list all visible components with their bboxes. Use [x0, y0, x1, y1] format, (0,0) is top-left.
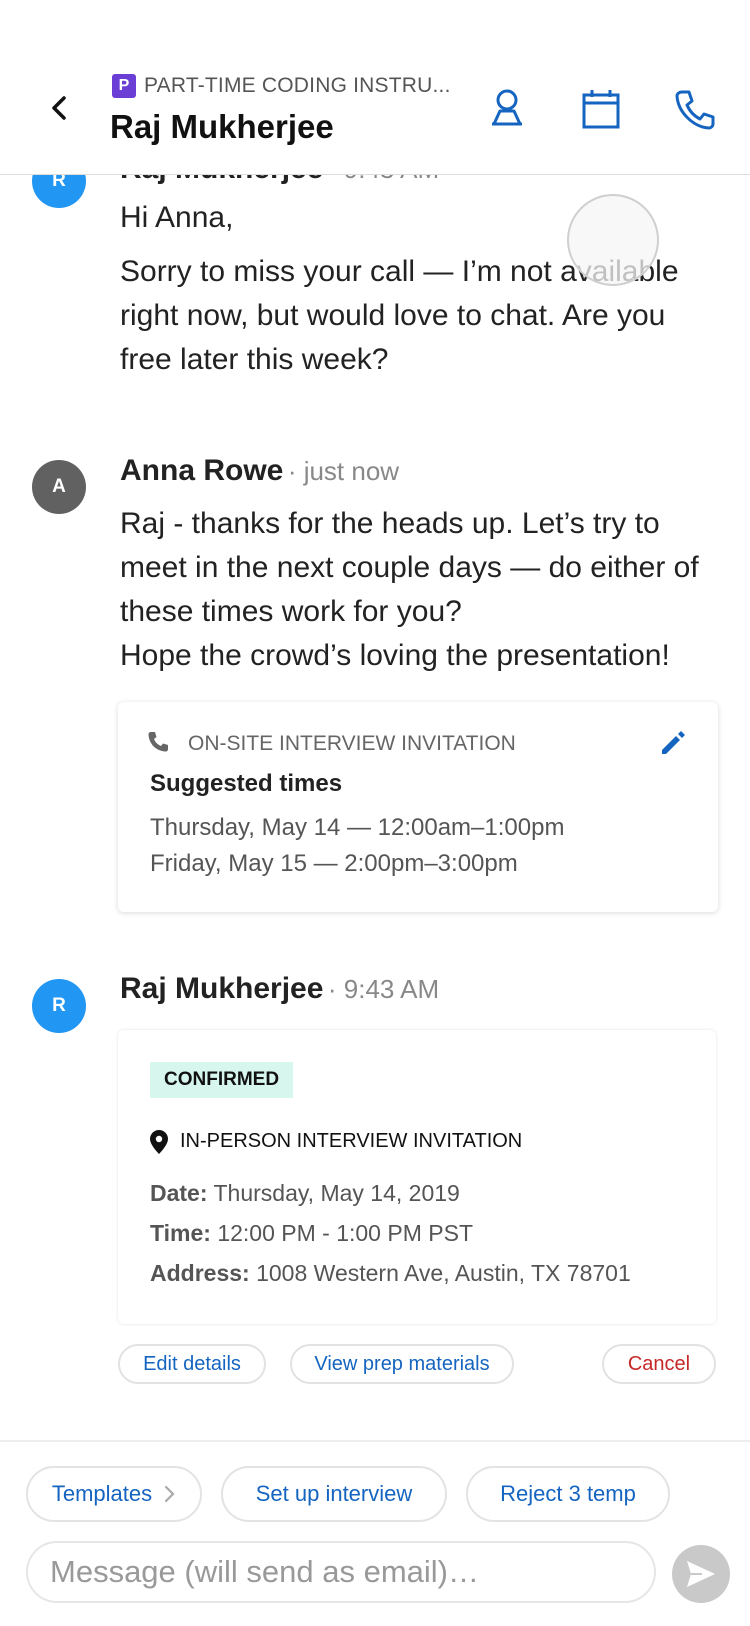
time-row: Time: 12:00 PM - 1:00 PM PST: [150, 1220, 473, 1247]
invitation-type: ON-SITE INTERVIEW INVITATION: [188, 732, 516, 755]
templates-button[interactable]: Templates: [26, 1466, 202, 1522]
suggested-time: Friday, May 15 — 2:00pm–3:00pm: [150, 850, 518, 877]
set-up-interview-button[interactable]: Set up interview: [221, 1466, 447, 1522]
send-button[interactable]: [672, 1545, 730, 1603]
avatar: R: [32, 979, 86, 1033]
sender-name: Raj Mukherjee: [120, 972, 324, 1005]
address-label: Address:: [150, 1260, 250, 1286]
location-pin-icon: [150, 1130, 168, 1159]
templates-label: Templates: [51, 1481, 153, 1506]
message-meta: Raj Mukherjee · 9:43 AM: [120, 174, 439, 186]
contact-name: Raj Mukherjee: [110, 108, 334, 145]
avatar: R: [32, 174, 86, 208]
message-body: Raj - thanks for the heads up. Let’s try…: [120, 507, 699, 628]
phone-icon[interactable]: [672, 86, 718, 132]
address-row: Address: 1008 Western Ave, Austin, TX 78…: [150, 1260, 631, 1287]
message-greeting: Hi Anna,: [120, 201, 234, 234]
date-row: Date: Thursday, May 14, 2019: [150, 1180, 460, 1207]
sender-name: Raj Mukherjee: [120, 174, 323, 185]
message-meta: Raj Mukherjee · 9:43 AM: [120, 972, 439, 1006]
phone-icon: [146, 730, 170, 759]
message-list[interactable]: R Raj Mukherjee · 9:43 AM Hi Anna, Sorry…: [0, 174, 750, 1440]
avatar: A: [32, 460, 86, 514]
touch-indicator: [567, 194, 659, 286]
message-input[interactable]: Message (will send as email)…: [26, 1541, 656, 1603]
status-badge: CONFIRMED: [150, 1062, 294, 1098]
job-title: PART-TIME CODING INSTRU...: [144, 74, 451, 97]
timestamp: · just now: [287, 456, 400, 486]
edit-details-button[interactable]: Edit details: [118, 1344, 266, 1384]
conversation-header: P PART-TIME CODING INSTRU... Raj Mukherj…: [0, 0, 750, 175]
confirmed-interview-card[interactable]: CONFIRMED IN-PERSON INTERVIEW INVITATION…: [118, 1030, 716, 1324]
card-title: Suggested times: [150, 770, 343, 797]
message-body-2: Hope the crowd’s loving the presentation…: [120, 639, 670, 672]
time-label: Time:: [150, 1220, 211, 1246]
chevron-right-icon: [164, 1485, 176, 1503]
job-badge: P: [112, 74, 136, 98]
address-value: 1008 Western Ave, Austin, TX 78701: [256, 1260, 631, 1286]
timestamp: · 9:43 AM: [327, 974, 440, 1004]
view-prep-materials-button[interactable]: View prep materials: [290, 1344, 514, 1384]
profile-icon[interactable]: [484, 86, 530, 132]
edit-icon[interactable]: [658, 728, 688, 763]
message-meta: Anna Rowe · just now: [120, 454, 399, 488]
reject-button[interactable]: Reject 3 temp: [466, 1466, 670, 1522]
suggested-time: Thursday, May 14 — 12:00am–1:00pm: [150, 814, 565, 841]
calendar-icon[interactable]: [578, 86, 624, 132]
invitation-type: IN-PERSON INTERVIEW INVITATION: [180, 1130, 523, 1152]
time-value: 12:00 PM - 1:00 PM PST: [217, 1220, 473, 1246]
cancel-interview-button[interactable]: Cancel: [602, 1344, 716, 1384]
timestamp: · 9:43 AM: [328, 174, 439, 184]
job-line[interactable]: P PART-TIME CODING INSTRU...: [112, 74, 451, 98]
back-icon[interactable]: [40, 88, 80, 128]
interview-invitation-card[interactable]: ON-SITE INTERVIEW INVITATION Suggested t…: [118, 702, 718, 912]
send-icon: [684, 1557, 718, 1591]
date-value: Thursday, May 14, 2019: [213, 1180, 460, 1206]
date-label: Date:: [150, 1180, 208, 1206]
sender-name: Anna Rowe: [120, 454, 284, 487]
